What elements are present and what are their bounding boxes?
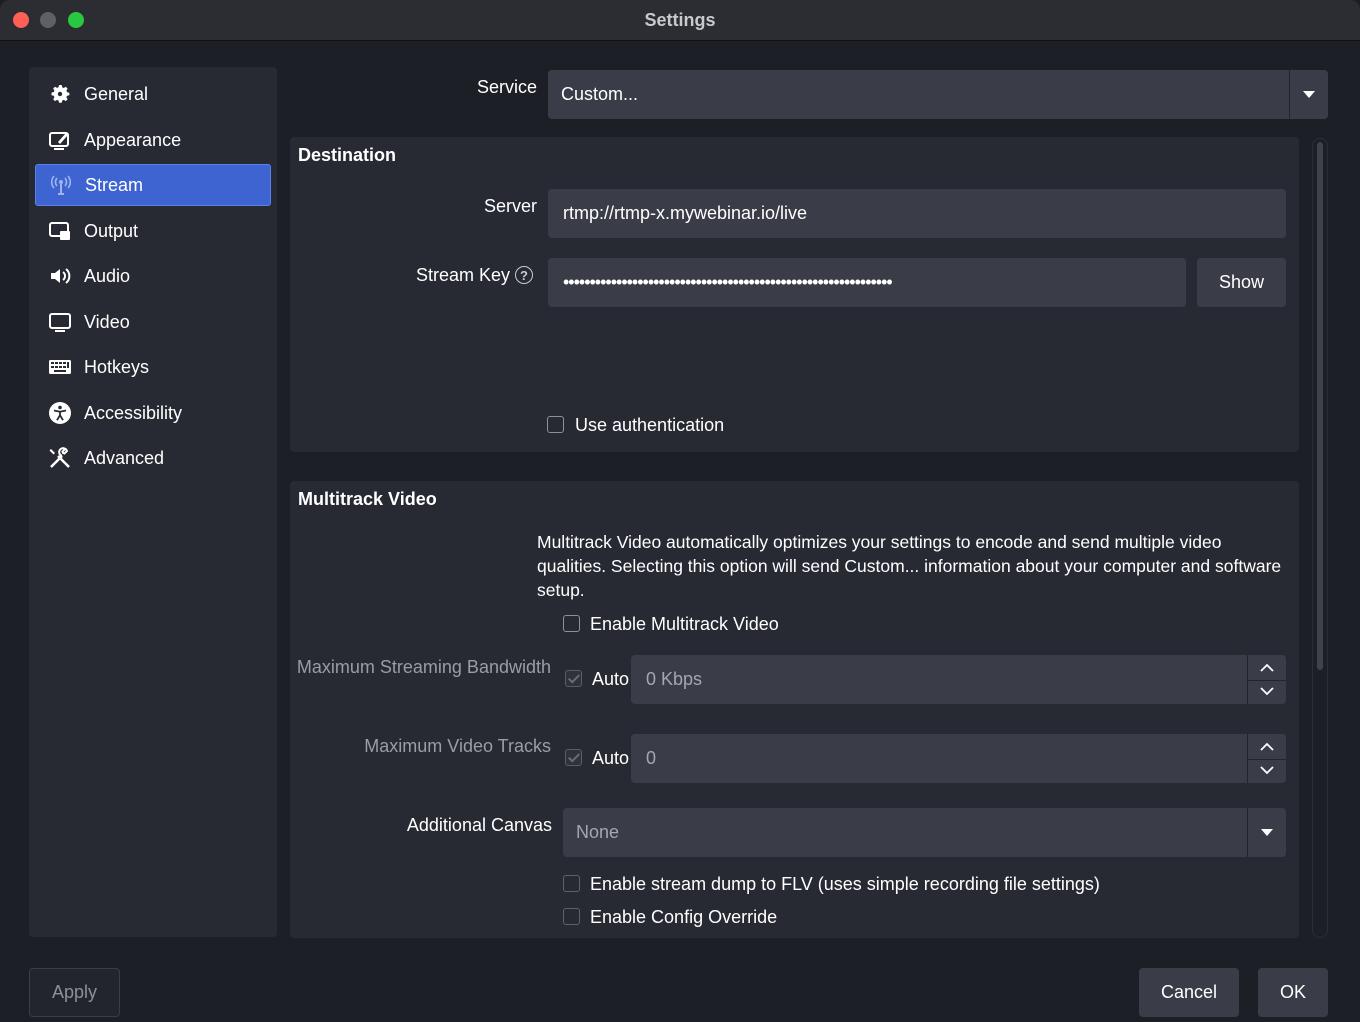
- use-authentication-label: Use authentication: [575, 415, 725, 435]
- stream-dump-label: Enable stream dump to FLV (uses simple r…: [590, 874, 1100, 894]
- multitrack-description: Multitrack Video automatically optimizes…: [537, 532, 1282, 600]
- additional-canvas-value: None: [576, 822, 620, 842]
- additional-canvas-dropdown[interactable]: None: [563, 808, 1286, 857]
- settings-sidebar: General Appearance Stream Output Audio V…: [29, 67, 277, 937]
- max-tracks-auto-label: Auto: [592, 748, 630, 768]
- service-dropdown[interactable]: Custom...: [548, 70, 1328, 119]
- sidebar-item-label: Audio: [84, 265, 131, 286]
- sidebar-item-video[interactable]: Video: [35, 301, 271, 343]
- config-override-label: Enable Config Override: [590, 907, 778, 927]
- additional-canvas-label: Additional Canvas: [406, 815, 552, 835]
- cancel-button[interactable]: Cancel: [1139, 968, 1239, 1017]
- server-label: Server: [483, 196, 537, 216]
- sidebar-item-label: General: [84, 83, 149, 104]
- sidebar-item-label: Output: [84, 220, 139, 241]
- service-value: Custom...: [561, 84, 639, 104]
- sidebar-item-output[interactable]: Output: [35, 210, 271, 252]
- sidebar-item-stream[interactable]: Stream: [35, 164, 271, 206]
- max-tracks-label: Maximum Video Tracks: [364, 736, 551, 756]
- max-tracks-stepper: [1247, 734, 1286, 783]
- max-bandwidth-auto-label: Auto: [592, 669, 630, 689]
- chevron-down-icon[interactable]: [1248, 759, 1286, 784]
- gear-icon: [47, 81, 73, 107]
- stream-key-label: Stream Key: [415, 265, 510, 285]
- sidebar-item-hotkeys[interactable]: Hotkeys: [35, 346, 271, 388]
- enable-multitrack-label: Enable Multitrack Video: [590, 614, 779, 634]
- sidebar-item-accessibility[interactable]: Accessibility: [35, 392, 271, 434]
- config-override-checkbox[interactable]: [563, 908, 580, 925]
- sidebar-item-label: Advanced: [84, 447, 165, 468]
- output-icon: [47, 218, 73, 244]
- sidebar-item-label: Hotkeys: [84, 356, 150, 377]
- sidebar-item-label: Accessibility: [84, 402, 183, 423]
- service-label: Service: [476, 77, 537, 97]
- ok-button[interactable]: OK: [1258, 968, 1328, 1017]
- sidebar-item-label: Appearance: [84, 129, 182, 150]
- speaker-icon: [47, 263, 73, 289]
- max-bandwidth-auto-checkbox[interactable]: [565, 670, 582, 687]
- multitrack-title: Multitrack Video: [298, 489, 437, 509]
- settings-window: Settings General Appearance Stream Outpu…: [0, 0, 1360, 1022]
- monitor-icon: [47, 309, 73, 335]
- sidebar-item-appearance[interactable]: Appearance: [35, 119, 271, 161]
- enable-multitrack-checkbox[interactable]: [563, 615, 580, 632]
- max-bandwidth-value: 0 Kbps: [646, 669, 703, 689]
- apply-button[interactable]: Apply: [29, 968, 120, 1017]
- keyboard-icon: [47, 354, 73, 380]
- chevron-up-icon[interactable]: [1248, 734, 1286, 760]
- accessibility-icon: [47, 400, 73, 426]
- chevron-down-icon: [1247, 808, 1286, 857]
- max-bandwidth-stepper: [1247, 655, 1286, 704]
- sidebar-item-general[interactable]: General: [35, 73, 271, 115]
- max-bandwidth-spinbox[interactable]: 0 Kbps: [631, 655, 1286, 704]
- max-tracks-value: 0: [646, 748, 657, 768]
- chevron-up-icon[interactable]: [1248, 655, 1286, 681]
- help-icon[interactable]: ?: [515, 266, 533, 284]
- window-title: Settings: [644, 10, 716, 30]
- tools-icon: [47, 445, 73, 471]
- sidebar-item-label: Stream: [85, 174, 144, 195]
- sidebar-item-advanced[interactable]: Advanced: [35, 437, 271, 479]
- show-key-button[interactable]: Show: [1197, 258, 1286, 307]
- chevron-down-icon: [1289, 70, 1328, 119]
- destination-title: Destination: [298, 145, 397, 165]
- antenna-icon: [48, 172, 74, 198]
- stream-key-input[interactable]: ••••••••••••••••••••••••••••••••••••••••…: [548, 258, 1186, 307]
- max-tracks-auto-checkbox[interactable]: [565, 749, 582, 766]
- scrollbar-thumb[interactable]: [1317, 142, 1323, 670]
- title-bar: Settings: [0, 0, 1360, 41]
- server-input[interactable]: rtmp://rtmp-x.mywebinar.io/live: [548, 189, 1286, 238]
- stream-dump-checkbox[interactable]: [563, 875, 580, 892]
- sidebar-item-label: Video: [84, 311, 130, 332]
- sidebar-item-audio[interactable]: Audio: [35, 255, 271, 297]
- max-bandwidth-label: Maximum Streaming Bandwidth: [296, 657, 551, 677]
- use-authentication-checkbox[interactable]: [547, 416, 564, 433]
- appearance-icon: [47, 127, 73, 153]
- max-tracks-spinbox[interactable]: 0: [631, 734, 1286, 783]
- chevron-down-icon[interactable]: [1248, 680, 1286, 705]
